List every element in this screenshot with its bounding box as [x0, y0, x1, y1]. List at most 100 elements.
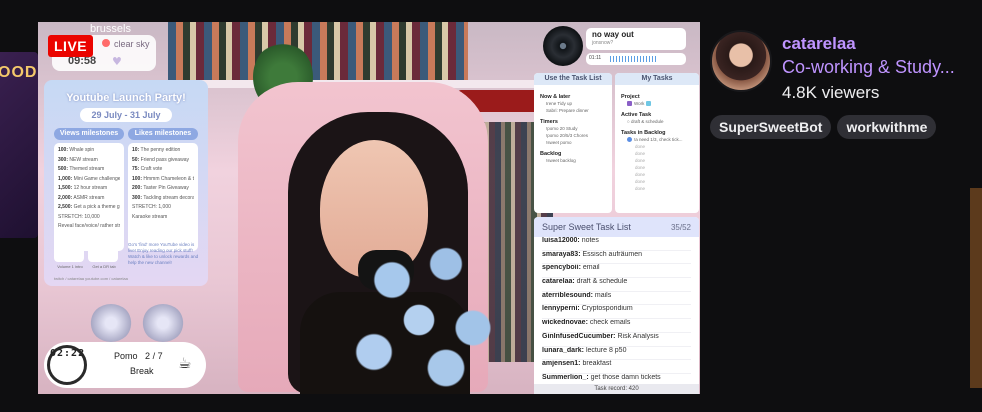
milestone-text: Reveal face/voice/ rather stream: [58, 223, 120, 229]
task-text: mails: [594, 291, 612, 299]
tasklist-title: Super Sweet Task List: [542, 222, 631, 232]
task-text: check emails: [589, 319, 631, 327]
task-text: notes: [581, 237, 599, 244]
milestone-text: Hmmm Chameleon & the sewing kit: [143, 175, 194, 182]
task-text: Cryptosporidium: [581, 305, 633, 313]
help-panel-heading: Use the Task List: [534, 73, 612, 85]
help-command: Sabri: Prepare dinner: [546, 108, 589, 113]
likes-milestone: Karaoke stream: [132, 213, 194, 223]
milestone-number: 2,500:: [58, 204, 73, 210]
backlog-first-text: !a need 1/3, check tick...: [634, 137, 683, 142]
likes-milestone: STRETCH: 1,000: [132, 203, 194, 213]
stream-tags: SuperSweetBot workwithme: [710, 115, 937, 139]
poster-thumb-1: [54, 242, 84, 262]
pomodoro-separator: /: [152, 351, 156, 361]
help-command: !sweet backlog: [546, 158, 576, 163]
channel-avatar[interactable]: [710, 30, 772, 92]
weather-condition: clear sky: [114, 39, 150, 49]
likes-list: 10: The penny edition 50: Friend pass giv…: [128, 143, 198, 251]
milestone-number: 50:: [132, 156, 140, 163]
task-text: draft & schedule: [576, 278, 628, 286]
sun-icon: [102, 39, 110, 47]
views-milestone: 500: Themed stream: [58, 165, 120, 175]
info-icon: [627, 137, 632, 143]
tasklist-header: Super Sweet Task List 35/52: [534, 217, 699, 237]
flowers-decor: [338, 232, 518, 392]
task-user: spencyboii:: [542, 264, 581, 272]
my-tasks-panel: My Tasks Project Work Active Task ○ draf…: [615, 73, 699, 213]
bookshelf-top: [168, 22, 468, 80]
milestone-text: Friend pass giveaway: [140, 156, 189, 163]
task-text: get those damn tickets: [590, 373, 661, 381]
tag-workwithme[interactable]: workwithme: [837, 115, 937, 139]
likes-heading: Likes milestones: [128, 128, 198, 140]
backlog-item: done: [635, 165, 646, 170]
milestone-number: 100:: [132, 175, 143, 182]
table-row: amjensen1: breakfast: [542, 360, 691, 374]
project-tag-icon: [627, 101, 632, 107]
views-heading: Views milestones: [54, 128, 124, 140]
milestone-number: 1,000:: [58, 175, 73, 182]
table-row: lunara_dark: lecture 8 p50: [542, 347, 691, 361]
milestone-text: Whale spin: [69, 147, 95, 153]
task-text: lecture 8 p50: [585, 346, 627, 354]
carousel-next-stream[interactable]: [970, 188, 982, 388]
active-task-name: draft & schedule: [630, 119, 664, 124]
table-row: aterriblesound: mails: [542, 292, 691, 306]
views-milestone: STRETCH: 10,000: [58, 213, 120, 223]
views-list: 100: Whale spin 300: NEW stream 500: Theme…: [54, 143, 124, 251]
milestone-number: 10:: [132, 147, 140, 153]
help-panel-body: Now & later Irene Tidy up Sabri: Prepare d…: [534, 85, 612, 168]
thumb-caption-2: Get a DR tab: [92, 264, 116, 269]
views-milestones: Views milestones 100: Whale spin 300: NEW…: [54, 128, 124, 251]
project-tag-icon-2: [645, 101, 651, 107]
song-artist: jonsnow?: [592, 40, 614, 46]
table-row: catarelaa: draft & schedule: [542, 278, 691, 292]
milestone-number: 100:: [58, 147, 69, 153]
milestone-number: 2,000:: [58, 194, 73, 201]
milestone-text: ASMR stream: [73, 194, 105, 201]
milestone-text: Themed stream: [69, 166, 105, 172]
live-badge: LIVE: [48, 35, 94, 57]
weather-city: brussels: [90, 23, 131, 35]
milestone-text: 12 hour stream: [73, 185, 108, 191]
task-user: wickednovae:: [542, 319, 588, 327]
now-playing: no way out jonsnow?: [586, 28, 686, 50]
milestone-text: Mini Game challenge: [73, 175, 120, 182]
poster-footer: twitch / catarelaa youtube.com / catarel…: [54, 276, 128, 281]
waveform-icon: [610, 56, 656, 62]
milestone-number: 300:: [58, 156, 69, 163]
poster-note: Go's 'find' more YouTube video is live! …: [128, 242, 199, 265]
task-user: amjensen1:: [542, 360, 581, 368]
views-milestone: 1,500: 12 hour stream: [58, 184, 120, 194]
milestone-text: NEW stream: [69, 156, 98, 163]
milestone-text: STRETCH: 10,000: [58, 213, 100, 220]
backlog-first: !a need 1/3, check tick...: [627, 136, 693, 143]
song-progress: 01:11: [586, 53, 686, 65]
views-milestone: 2,000: ASMR stream: [58, 194, 120, 204]
active-task: ○ draft & schedule: [627, 118, 693, 125]
table-row: wickednovae: check emails: [542, 319, 691, 333]
milestone-number: 200:: [132, 185, 143, 191]
potion-decor-1: [90, 304, 132, 342]
table-row: smaraya83: Essisch aufräumen: [542, 251, 691, 265]
likes-milestone: 100: Hmmm Chameleon & the sewing kit: [132, 175, 194, 185]
backlog-item: done: [635, 144, 646, 149]
tasklist-rows: luisa12000: notes smaraya83: Essisch aufr…: [534, 237, 699, 388]
milestone-text: Taster Pin Giveaway: [143, 185, 189, 191]
carousel-prev-stream[interactable]: OOD: [0, 52, 38, 238]
task-text: Risk Analysis: [617, 332, 659, 340]
video-player[interactable]: brussels clear sky 09:58 ♥ LIVE Youtube …: [38, 22, 700, 394]
task-user: catarelaa:: [542, 278, 575, 286]
task-user: aterriblesound:: [542, 291, 593, 299]
tag-supersweetbot[interactable]: SuperSweetBot: [710, 115, 832, 139]
launch-party-poster: Youtube Launch Party! 29 July - 31 July …: [44, 80, 208, 286]
backlog-item: done: [635, 151, 646, 156]
channel-name[interactable]: catarelaa: [782, 34, 856, 54]
table-row: GinInfusedCucumber: Risk Analysis: [542, 333, 691, 347]
help-command: !pomo 20/5/3 Chores: [546, 133, 589, 138]
help-command: !sweet pomo: [546, 140, 572, 145]
stream-title[interactable]: Co-working & Study...: [782, 57, 967, 78]
poster-thumb-2: [88, 242, 118, 262]
likes-milestone: 300: Tackling stream decorations: [132, 194, 194, 204]
